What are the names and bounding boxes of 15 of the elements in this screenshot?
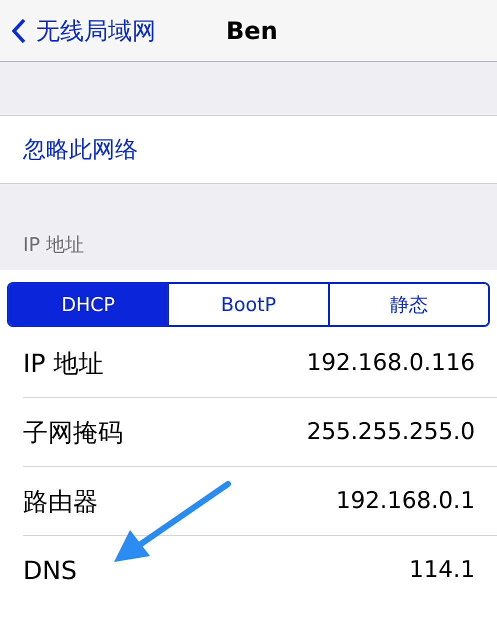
row-value: 192.168.0.116 <box>306 350 475 376</box>
row-label: 子网掩码 <box>23 416 123 448</box>
chevron-left-icon <box>12 18 26 44</box>
forget-network-button[interactable]: 忽略此网络 <box>0 134 138 165</box>
row-label: DNS <box>23 556 77 584</box>
back-button[interactable]: 无线局域网 <box>0 14 156 46</box>
segment-tab[interactable]: 静态 <box>328 284 488 325</box>
row-value: 255.255.255.0 <box>306 419 475 445</box>
section-header: IP 地址 <box>23 233 84 258</box>
row-label: 路由器 <box>23 486 98 518</box>
segment-tab[interactable]: DHCP <box>9 284 168 325</box>
navigation-title: Ben <box>226 16 278 44</box>
row-label: IP 地址 <box>23 348 104 380</box>
row-value: 192.168.0.1 <box>336 488 475 514</box>
row-value: 114.1 <box>409 557 475 583</box>
